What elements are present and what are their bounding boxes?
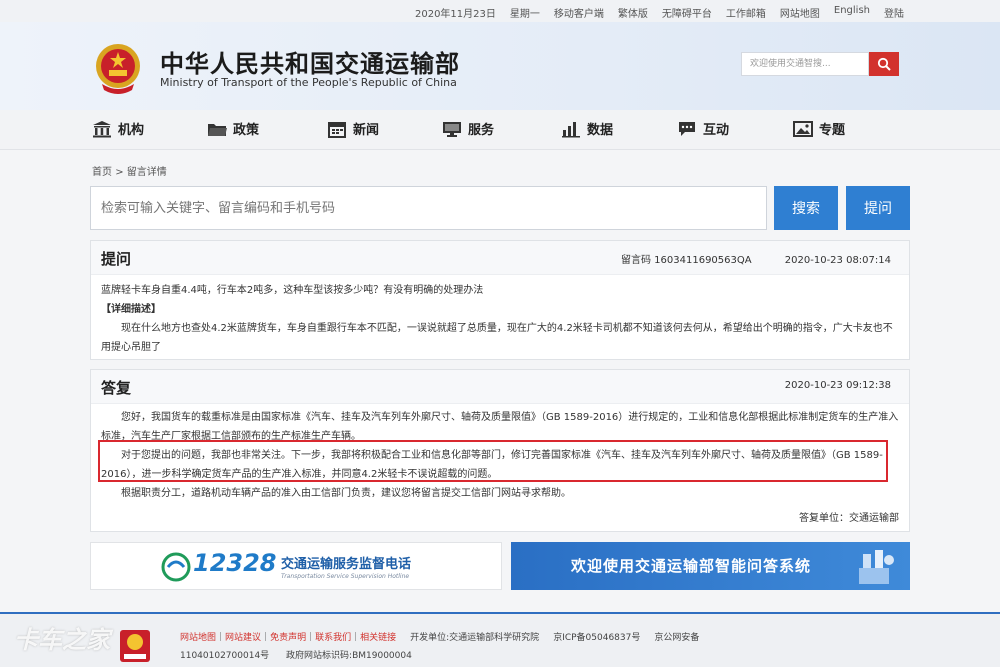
answer-title: 答复 xyxy=(101,379,132,397)
answer-panel: 答复 2020-10-23 09:12:38 您好，我国货车的载重标准是由国家标… xyxy=(90,369,910,532)
top-utility-items: 2020年11月23日 星期一 移动客户端 繁体版 无障碍平台 工作邮箱 网站地… xyxy=(415,5,904,20)
image-icon xyxy=(793,120,813,137)
qa-system-banner[interactable]: 欢迎使用交通运输部智能问答系统 xyxy=(511,542,910,590)
site-footer: 网站地图｜ 网站建议｜ 免责声明｜ 联系我们｜ 相关链接 开发单位:交通运输部科… xyxy=(0,612,1000,667)
footer-disclaimer-link[interactable]: 免责声明 xyxy=(270,630,306,643)
question-panel-header: 提问 留言码 1603411690563QA 2020-10-23 08:07:… xyxy=(91,241,909,275)
search-icon xyxy=(877,57,891,71)
site-header: 中华人民共和国交通运输部 Ministry of Transport of th… xyxy=(0,22,1000,110)
nav-item-topics[interactable]: 专题 xyxy=(793,119,845,138)
sitemap-link[interactable]: 网站地图 xyxy=(780,5,820,20)
footer-suggestion-link[interactable]: 网站建议 xyxy=(225,630,261,643)
nav-item-news[interactable]: 新闻 xyxy=(327,119,379,138)
answer-time: 2020-10-23 09:12:38 xyxy=(784,380,891,391)
national-emblem-icon xyxy=(96,44,140,94)
nav-item-organization[interactable]: 机构 xyxy=(92,119,144,138)
building-icon xyxy=(93,120,111,137)
nav-item-data[interactable]: 数据 xyxy=(561,119,613,138)
nav-label: 政策 xyxy=(233,123,260,138)
hotline-banner[interactable]: 12328 交通运输服务监督电话 Transportation Service … xyxy=(90,542,502,590)
hotline-logo-icon xyxy=(161,552,191,582)
site-title: 中华人民共和国交通运输部 xyxy=(160,50,460,78)
answer-body: 您好，我国货车的载重标准是由国家标准《汽车、挂车及汽车列车外廓尺寸、轴荷及质量限… xyxy=(91,404,909,524)
nav-label: 新闻 xyxy=(353,123,380,138)
login-link[interactable]: 登陆 xyxy=(884,5,904,20)
monitor-icon xyxy=(443,121,461,137)
footer-gov-code: 政府网站标识码:BM19000004 xyxy=(286,651,412,661)
footer-police[interactable]: 京公网安备 xyxy=(654,630,699,643)
footer-contact-link[interactable]: 联系我们 xyxy=(315,630,351,643)
hotline-subtext: Transportation Service Supervision Hotli… xyxy=(281,573,410,580)
answer-panel-header: 答复 2020-10-23 09:12:38 xyxy=(91,370,909,404)
robot-illustration-icon xyxy=(859,550,894,584)
question-subject: 蓝牌轻卡车身自重4.4吨，行车本2吨多，这种车型该按多少吨？有没有明确的处理办法 xyxy=(101,285,484,296)
top-utility-bar: 2020年11月23日 星期一 移动客户端 繁体版 无障碍平台 工作邮箱 网站地… xyxy=(0,0,1000,22)
answer-paragraph-3: 根据职责分工，道路机动车辆产品的准入由工信部门负责，建议您将留言提交工信部门网站… xyxy=(121,488,571,499)
message-code-label: 留言码 xyxy=(620,255,651,266)
ask-question-button[interactable]: 提问 xyxy=(846,186,910,230)
detail-tag: 【详细描述】 xyxy=(101,304,161,315)
traditional-link[interactable]: 繁体版 xyxy=(618,5,648,20)
message-search-input[interactable] xyxy=(90,186,767,230)
hotline-number: 12328 xyxy=(193,549,277,577)
nav-label: 专题 xyxy=(819,123,846,138)
search-button[interactable]: 搜索 xyxy=(774,186,838,230)
nav-item-service[interactable]: 服务 xyxy=(442,119,494,138)
breadcrumb-home-link[interactable]: 首页 xyxy=(92,167,112,178)
folder-icon xyxy=(208,123,227,136)
english-link[interactable]: English xyxy=(834,5,870,20)
watermark-logo: 卡车之家 xyxy=(14,626,110,654)
date-text: 2020年11月23日 xyxy=(414,9,496,20)
nav-label: 互动 xyxy=(703,123,730,138)
question-title: 提问 xyxy=(101,250,132,268)
bar-chart-icon xyxy=(562,121,580,137)
breadcrumb: 首页 > 留言详情 xyxy=(92,163,167,178)
work-email-link[interactable]: 工作邮箱 xyxy=(726,5,766,20)
answer-unit-value: 交通运输部 xyxy=(849,513,899,524)
hotline-text: 交通运输服务监督电话 xyxy=(281,557,412,572)
header-search-button[interactable] xyxy=(869,52,899,76)
message-code: 1603411690563QA xyxy=(654,255,752,266)
chat-icon xyxy=(679,121,695,136)
header-search-input[interactable]: 欢迎使用交通智搜... xyxy=(741,52,869,76)
footer-police-number: 11040102700014号 xyxy=(180,651,270,661)
nav-item-policy[interactable]: 政策 xyxy=(207,119,259,138)
footer-related-link[interactable]: 相关链接 xyxy=(360,630,396,643)
nav-label: 数据 xyxy=(587,123,614,138)
answer-paragraph-1: 您好，我国货车的载重标准是由国家标准《汽车、挂车及汽车列车外廓尺寸、轴荷及质量限… xyxy=(101,412,899,442)
answer-unit-label: 答复单位： xyxy=(799,513,849,524)
calendar-icon xyxy=(328,121,346,138)
answer-unit: 答复单位：交通运输部 xyxy=(799,509,899,528)
question-detail: 现在什么地方也查处4.2米蓝牌货车，车身自重跟行车本不匹配，一误说就超了总质量，… xyxy=(101,323,893,353)
breadcrumb-separator: > xyxy=(115,167,124,178)
question-meta: 留言码 1603411690563QA 2020-10-23 08:07:14 xyxy=(621,251,891,266)
accessibility-link[interactable]: 无障碍平台 xyxy=(662,5,712,20)
breadcrumb-current: 留言详情 xyxy=(126,167,167,178)
weekday-text: 星期一 xyxy=(509,9,540,20)
main-nav: 机构 政策 新闻 服务 数据 互动 专题 xyxy=(0,110,1000,150)
footer-links-row: 网站地图｜ 网站建议｜ 免责声明｜ 联系我们｜ 相关链接 开发单位:交通运输部科… xyxy=(180,630,699,643)
site-subtitle: Ministry of Transport of the People's Re… xyxy=(160,76,457,89)
nav-label: 机构 xyxy=(118,123,145,138)
nav-label: 服务 xyxy=(468,123,495,138)
question-time: 2020-10-23 08:07:14 xyxy=(784,255,891,266)
footer-sitemap-link[interactable]: 网站地图 xyxy=(180,630,216,643)
footer-icp[interactable]: 京ICP备05046837号 xyxy=(553,630,640,643)
mobile-client-link[interactable]: 移动客户端 xyxy=(554,5,604,20)
qa-system-text: 欢迎使用交通运输部智能问答系统 xyxy=(571,557,812,575)
answer-paragraph-2: 对于您提出的问题，我部也非常关注。下一步，我部将积极配合工业和信息化部等部门，修… xyxy=(101,450,883,480)
nav-item-interaction[interactable]: 互动 xyxy=(677,119,729,138)
footer-row-2: 11040102700014号 政府网站标识码:BM19000004 xyxy=(180,648,412,661)
question-body: 蓝牌轻卡车身自重4.4吨，行车本2吨多，这种车型该按多少吨？有没有明确的处理办法… xyxy=(91,275,909,363)
footer-sponsor: 开发单位:交通运输部科学研究院 xyxy=(410,633,540,643)
question-panel: 提问 留言码 1603411690563QA 2020-10-23 08:07:… xyxy=(90,240,910,360)
gov-badge-icon[interactable] xyxy=(118,628,152,664)
